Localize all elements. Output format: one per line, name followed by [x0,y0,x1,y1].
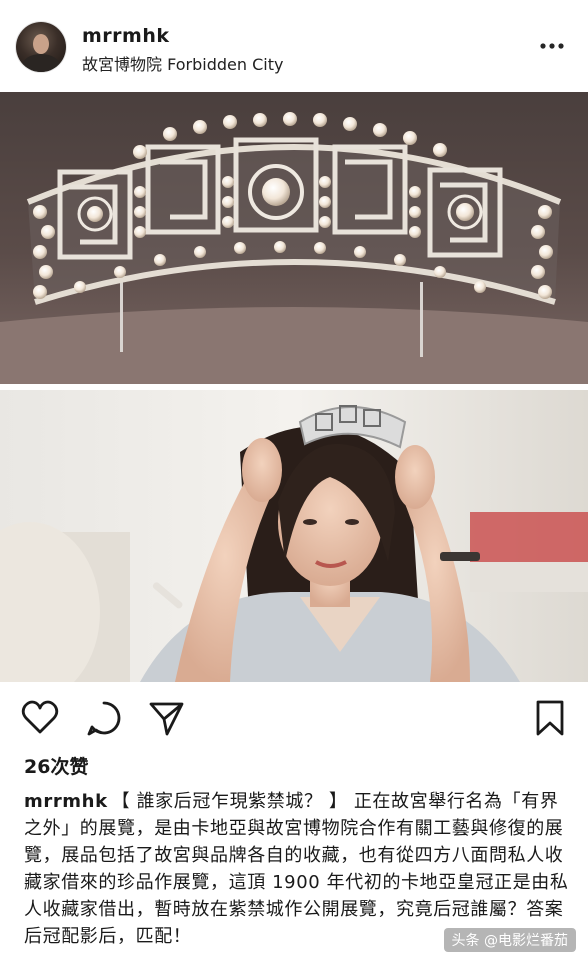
avatar-shoulders [22,54,60,72]
location[interactable]: 故宮博物院 Forbidden City [82,51,283,75]
post-header: mrrmhk 故宮博物院 Forbidden City [0,0,588,92]
action-bar [0,690,588,746]
avatar-face [33,34,49,54]
send-icon[interactable] [146,698,186,738]
like-count[interactable]: 26次赞 [24,752,88,779]
avatar[interactable] [16,22,66,72]
caption-username[interactable]: mrrmhk [24,791,108,812]
more-dots-icon[interactable] [538,36,566,56]
heart-icon[interactable] [20,698,60,738]
tiara-photo [0,92,588,384]
comment-icon[interactable] [84,698,124,738]
watermark: 头条 @电影烂番茄 [443,928,576,952]
post-photo[interactable] [0,92,588,682]
bookmark-icon[interactable] [530,698,570,738]
username[interactable]: mrrmhk [82,25,170,47]
caption: mrrmhk 【 誰家后冠乍現紫禁城？ 】 正在故宮舉行名為「有界之外」的展覽，是… [24,788,570,950]
portrait-photo [0,390,588,682]
caption-text: 【 誰家后冠乍現紫禁城？ 】 正在故宮舉行名為「有界之外」的展覽，是由卡地亞與故… [24,791,569,947]
